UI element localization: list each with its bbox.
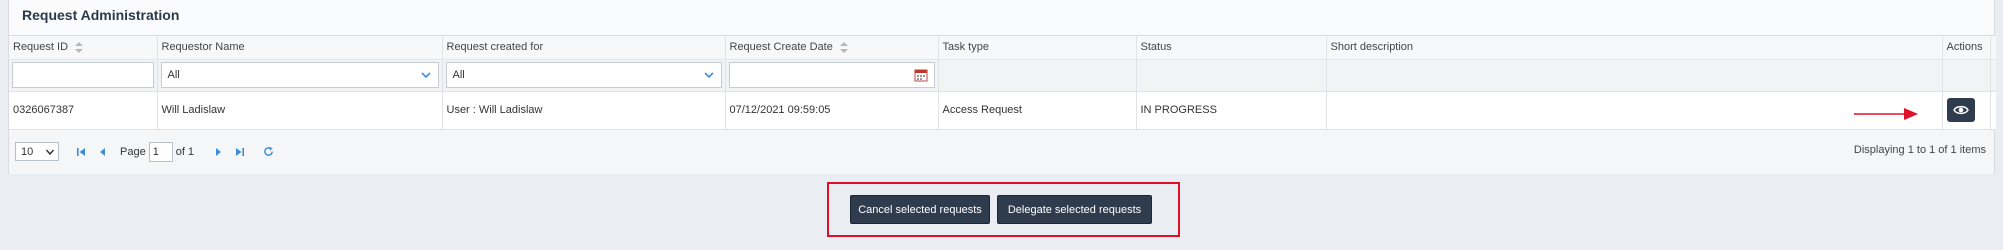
table-row[interactable]: 0326067387 Will Ladislaw User : Will Lad… [9,91,1996,129]
cancel-selected-requests-button[interactable]: Cancel selected requests [850,195,990,224]
create-date-filter[interactable] [728,62,935,88]
col-label: Status [1140,41,1172,54]
col-header-created-for: Request created for [442,36,726,60]
col-label: Short description [1330,41,1414,54]
cell-create-date: 07/12/2021 09:59:05 [725,91,939,129]
col-label: Request created for [446,41,544,54]
panel-title: Request Administration [22,7,180,23]
first-page-icon [77,147,85,156]
col-header-status: Status [1136,36,1327,60]
cell-requestor-name: Will Ladislaw [157,91,443,129]
requestor-name-filter[interactable]: All [160,62,439,88]
current-page-value: 1 [152,145,159,158]
col-header-short-description: Short description [1326,36,1943,60]
panel-header: Request Administration [9,0,1994,36]
prev-page-icon [100,147,105,156]
page-count-label: of 1 [175,145,195,158]
col-label: Requestor Name [161,41,245,54]
col-header-create-date[interactable]: Request Create Date [725,36,939,60]
col-label: Actions [1946,41,1983,54]
bulk-actions-highlight: Cancel selected requests Delegate select… [827,182,1180,237]
eye-icon [1952,105,1969,115]
created-for-filter[interactable]: All [445,62,722,88]
page-size-select[interactable]: 10 [15,142,59,161]
sort-icon[interactable] [839,41,848,53]
calendar-icon[interactable] [914,68,928,82]
paging-info: Displaying 1 to 1 of 1 items [1853,143,1986,156]
filter-value: All [167,69,180,81]
col-header-actions: Actions [1942,36,1991,60]
next-page-button[interactable] [210,144,226,160]
last-page-button[interactable] [232,144,248,160]
cell-task-type: Access Request [938,91,1137,129]
cell-request-id: 0326067387 [9,91,158,129]
first-page-button[interactable] [73,144,89,160]
view-request-button[interactable] [1946,98,1975,122]
delegate-selected-requests-button[interactable]: Delegate selected requests [997,195,1152,224]
refresh-button[interactable] [260,144,276,160]
refresh-icon [263,146,273,156]
scroll-gutter [1990,36,1996,60]
requests-table: Request ID Requestor Name Request create… [9,36,1996,130]
cell-actions [1942,91,1991,129]
request-admin-panel: Request Administration Request ID Reques… [8,0,1996,174]
col-label: Task type [942,41,989,54]
col-label: Request Create Date [729,41,833,54]
cell-status: IN PROGRESS [1136,91,1327,129]
header-row: Request ID Requestor Name Request create… [9,36,1996,60]
filter-value: All [452,69,465,81]
chevron-down-icon[interactable] [420,69,432,81]
pagination-bar: 10 Page 1 of 1 Displaying 1 to 1 of 1 it… [9,129,1994,174]
filter-row: All All [9,59,1996,91]
col-header-request-id[interactable]: Request ID [9,36,158,60]
arrow-annotation-icon [1854,108,1918,120]
current-page-input[interactable]: 1 [148,141,173,162]
cell-created-for: User : Will Ladislaw [442,91,726,129]
chevron-down-icon [45,149,55,156]
cell-short-description [1326,91,1943,129]
col-header-requestor-name: Requestor Name [157,36,443,60]
sort-icon[interactable] [75,41,84,53]
next-page-icon [216,147,222,156]
col-label: Request ID [13,41,69,54]
page-label: Page [120,145,146,158]
prev-page-button[interactable] [95,144,111,160]
chevron-down-icon[interactable] [703,69,715,81]
last-page-icon [236,147,245,156]
page-size-value: 10 [21,145,34,158]
request-id-filter[interactable] [12,62,154,88]
col-header-task-type: Task type [938,36,1137,60]
